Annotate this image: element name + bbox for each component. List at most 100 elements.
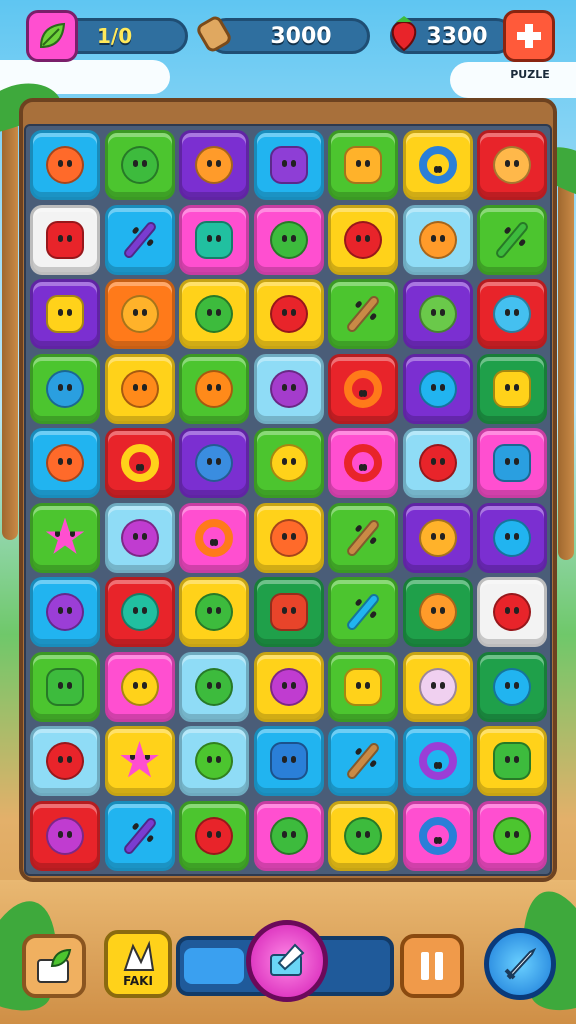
tile-r2-c1[interactable] bbox=[30, 204, 100, 275]
coin-counter: 3000 bbox=[208, 18, 370, 54]
tile-r2-c3[interactable] bbox=[179, 204, 249, 275]
tile-r6-c5[interactable] bbox=[328, 502, 398, 573]
tile-r7-c3[interactable] bbox=[179, 577, 249, 647]
tile-r2-c4[interactable] bbox=[253, 204, 324, 275]
add-button[interactable] bbox=[503, 10, 555, 62]
tile-r6-c3[interactable] bbox=[179, 502, 249, 573]
tile-r9-c5[interactable] bbox=[328, 726, 398, 796]
tile-r4-c5[interactable] bbox=[328, 353, 398, 424]
tile-r1-c2[interactable] bbox=[104, 130, 175, 200]
tile-r8-c3[interactable] bbox=[179, 651, 249, 722]
tile-r5-c3[interactable] bbox=[179, 428, 249, 498]
tile-r3-c3[interactable] bbox=[179, 279, 249, 349]
blob-creature-icon bbox=[418, 444, 457, 482]
tile-r8-c5[interactable] bbox=[328, 651, 398, 722]
blob-creature-icon bbox=[120, 593, 159, 631]
sword-button[interactable] bbox=[484, 928, 556, 1000]
tile-r1-c1[interactable] bbox=[30, 130, 100, 200]
blob-creature-icon bbox=[46, 742, 84, 780]
tile-r8-c1[interactable] bbox=[30, 651, 100, 722]
tile-r9-c3[interactable] bbox=[179, 726, 249, 796]
blob-creature-icon bbox=[195, 369, 233, 408]
tile-r10-c3[interactable] bbox=[179, 800, 249, 871]
blob-creature-icon bbox=[46, 369, 84, 408]
tile-r9-c4[interactable] bbox=[253, 726, 324, 796]
gear-creature-icon bbox=[269, 593, 308, 631]
tile-r6-c2[interactable] bbox=[104, 502, 175, 573]
blob-creature-icon bbox=[418, 220, 457, 259]
tile-r2-c2[interactable] bbox=[104, 204, 175, 275]
tile-r6-c1[interactable] bbox=[30, 502, 100, 573]
leaf-menu-button[interactable] bbox=[26, 10, 78, 62]
tile-r4-c2[interactable] bbox=[104, 353, 175, 424]
tile-r7-c2[interactable] bbox=[104, 577, 175, 647]
game-board bbox=[24, 124, 552, 876]
tile-r8-c2[interactable] bbox=[104, 651, 175, 722]
tile-r8-c7[interactable] bbox=[477, 651, 547, 722]
tile-r3-c2[interactable] bbox=[104, 279, 175, 349]
tile-r6-c4[interactable] bbox=[253, 502, 324, 573]
tile-r2-c5[interactable] bbox=[328, 204, 398, 275]
tile-r6-c6[interactable] bbox=[402, 502, 473, 573]
tile-r10-c2[interactable] bbox=[104, 800, 175, 871]
stick-creature-icon bbox=[345, 293, 381, 335]
tile-r9-c7[interactable] bbox=[477, 726, 547, 796]
tile-r2-c6[interactable] bbox=[402, 204, 473, 275]
tile-r7-c7[interactable] bbox=[477, 577, 547, 647]
tile-r4-c6[interactable] bbox=[402, 353, 473, 424]
tile-r9-c6[interactable] bbox=[402, 726, 473, 796]
pause-icon bbox=[421, 952, 443, 980]
tile-r5-c4[interactable] bbox=[253, 428, 324, 498]
tile-r5-c1[interactable] bbox=[30, 428, 100, 498]
tile-r4-c3[interactable] bbox=[179, 353, 249, 424]
tile-r9-c1[interactable] bbox=[30, 726, 100, 796]
tile-r10-c7[interactable] bbox=[477, 800, 547, 871]
hand-icon bbox=[123, 940, 155, 971]
tile-r3-c1[interactable] bbox=[30, 279, 100, 349]
tile-r5-c5[interactable] bbox=[328, 428, 398, 498]
tile-r1-c7[interactable] bbox=[477, 130, 547, 200]
tile-r4-c1[interactable] bbox=[30, 353, 100, 424]
tile-r3-c7[interactable] bbox=[477, 279, 547, 349]
shop-button[interactable] bbox=[22, 934, 86, 998]
tile-r5-c6[interactable] bbox=[402, 428, 473, 498]
tile-r3-c6[interactable] bbox=[402, 279, 473, 349]
tile-r7-c4[interactable] bbox=[253, 577, 324, 647]
tile-r5-c2[interactable] bbox=[104, 428, 175, 498]
blob-creature-icon bbox=[46, 816, 84, 855]
tile-r4-c7[interactable] bbox=[477, 353, 547, 424]
pause-button[interactable] bbox=[400, 934, 464, 998]
blob-creature-icon bbox=[418, 369, 457, 408]
boost-button[interactable]: FAKI bbox=[104, 930, 172, 998]
blob-creature-icon bbox=[195, 667, 233, 706]
tile-r10-c1[interactable] bbox=[30, 800, 100, 871]
tile-r4-c4[interactable] bbox=[253, 353, 324, 424]
tile-r3-c5[interactable] bbox=[328, 279, 398, 349]
tile-r1-c3[interactable] bbox=[179, 130, 249, 200]
tile-r5-c7[interactable] bbox=[477, 428, 547, 498]
tile-r6-c7[interactable] bbox=[477, 502, 547, 573]
tile-r3-c4[interactable] bbox=[253, 279, 324, 349]
tile-r1-c6[interactable] bbox=[402, 130, 473, 200]
tile-r9-c2[interactable] bbox=[104, 726, 175, 796]
tile-r10-c4[interactable] bbox=[253, 800, 324, 871]
booster-orb-button[interactable] bbox=[246, 920, 328, 1002]
tile-r10-c5[interactable] bbox=[328, 800, 398, 871]
ring-creature-icon bbox=[418, 742, 457, 780]
tile-r8-c6[interactable] bbox=[402, 651, 473, 722]
tile-r7-c1[interactable] bbox=[30, 577, 100, 647]
blob-creature-icon bbox=[493, 593, 531, 631]
tile-r2-c7[interactable] bbox=[477, 204, 547, 275]
tile-r1-c4[interactable] bbox=[253, 130, 324, 200]
gear-creature-icon bbox=[344, 667, 382, 706]
tile-r7-c6[interactable] bbox=[402, 577, 473, 647]
tile-r8-c4[interactable] bbox=[253, 651, 324, 722]
stick-creature-icon bbox=[121, 815, 158, 856]
tile-r7-c5[interactable] bbox=[328, 577, 398, 647]
gear-creature-icon bbox=[46, 667, 84, 706]
tile-r10-c6[interactable] bbox=[402, 800, 473, 871]
blob-creature-icon bbox=[195, 444, 233, 482]
tile-r1-c5[interactable] bbox=[328, 130, 398, 200]
ring-creature-icon bbox=[195, 518, 233, 557]
gear-creature-icon bbox=[269, 146, 308, 184]
